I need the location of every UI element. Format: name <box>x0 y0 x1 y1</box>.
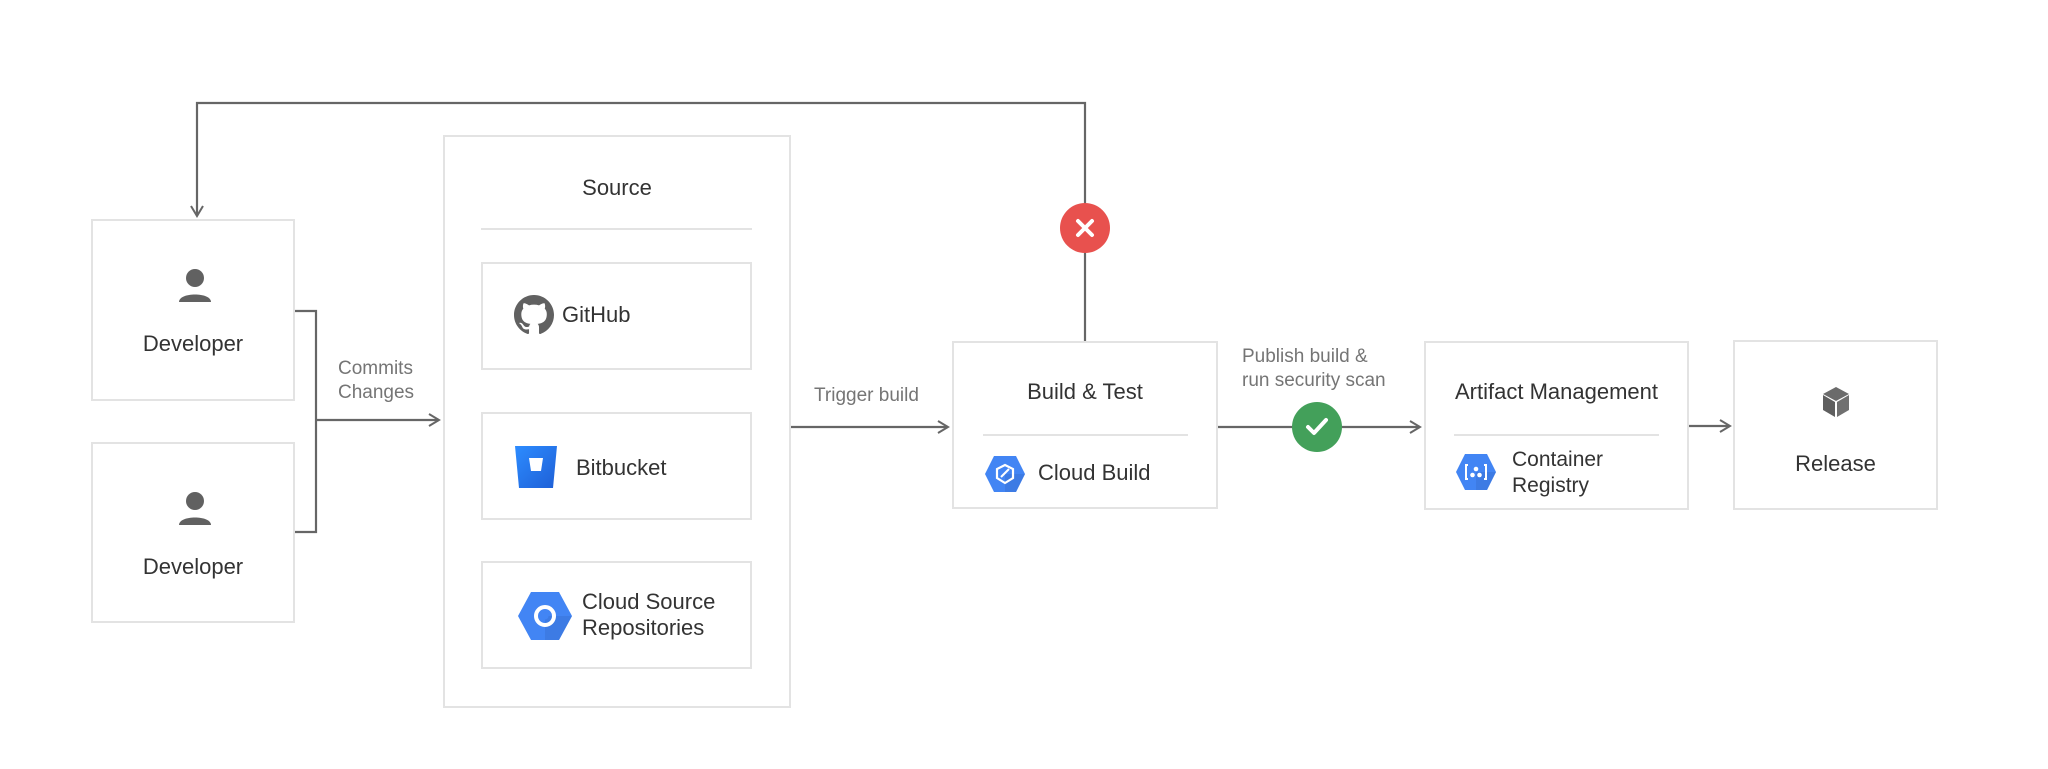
check-icon <box>1306 418 1328 435</box>
cloud-build-label: Cloud Build <box>1038 460 1151 485</box>
person-icon <box>179 492 211 525</box>
container-registry-label: Container Registry <box>1512 447 1603 499</box>
scan-pass-badge <box>1292 402 1342 452</box>
publish-label-line1: Publish build & <box>1242 346 1368 367</box>
csr-label-line1: Cloud Source <box>582 589 716 614</box>
publish-label-line2: run security scan <box>1242 370 1386 391</box>
artifact-management-title: Artifact Management <box>1455 379 1658 404</box>
developer-label: Developer <box>142 331 244 356</box>
commits-label-line2: Changes <box>338 382 415 403</box>
cloud-source-repositories-icon <box>518 592 572 640</box>
source-divider <box>481 228 752 230</box>
cloud-build-icon <box>985 456 1025 492</box>
build-test-node[interactable]: Build & Test Cloud Build <box>952 341 1218 509</box>
source-title: Source <box>582 175 652 200</box>
artifact-management-node[interactable]: Artifact Management Container Registry <box>1424 341 1689 510</box>
container-registry-icon <box>1456 454 1496 490</box>
developer-label: Developer <box>142 554 244 579</box>
release-node[interactable]: Release <box>1733 340 1938 510</box>
publish-scan-label: Publish build & run security scan <box>1242 345 1386 393</box>
csr-label-line2: Repositories <box>582 615 705 640</box>
build-test-title: Build & Test <box>1027 379 1143 404</box>
close-icon <box>1076 219 1094 237</box>
developer-node[interactable]: Developer <box>91 442 295 623</box>
source-item-bitbucket[interactable]: Bitbucket <box>481 412 752 520</box>
github-icon <box>514 295 554 335</box>
source-item-github[interactable]: GitHub <box>481 262 752 370</box>
bitbucket-icon <box>515 446 557 488</box>
developer-node[interactable]: Developer <box>91 219 295 401</box>
container-registry-line2: Registry <box>1512 474 1590 497</box>
cube-icon <box>1823 387 1849 417</box>
person-icon <box>179 269 211 302</box>
commits-label-line1: Commits <box>338 358 413 379</box>
bitbucket-label: Bitbucket <box>576 455 667 480</box>
build-test-divider <box>983 434 1188 436</box>
developer-bracket-line <box>295 309 318 534</box>
build-fail-badge <box>1060 203 1110 253</box>
commits-changes-label: Commits Changes <box>338 357 414 405</box>
trigger-build-label: Trigger build <box>814 385 919 406</box>
container-registry-line1: Container <box>1512 448 1604 471</box>
cloud-source-repositories-label: Cloud Source Repositories <box>582 589 715 641</box>
source-item-cloud-source-repositories[interactable]: Cloud Source Repositories <box>481 561 752 669</box>
release-label: Release <box>1795 451 1876 476</box>
github-label: GitHub <box>562 302 631 327</box>
artifact-divider <box>1454 434 1659 436</box>
